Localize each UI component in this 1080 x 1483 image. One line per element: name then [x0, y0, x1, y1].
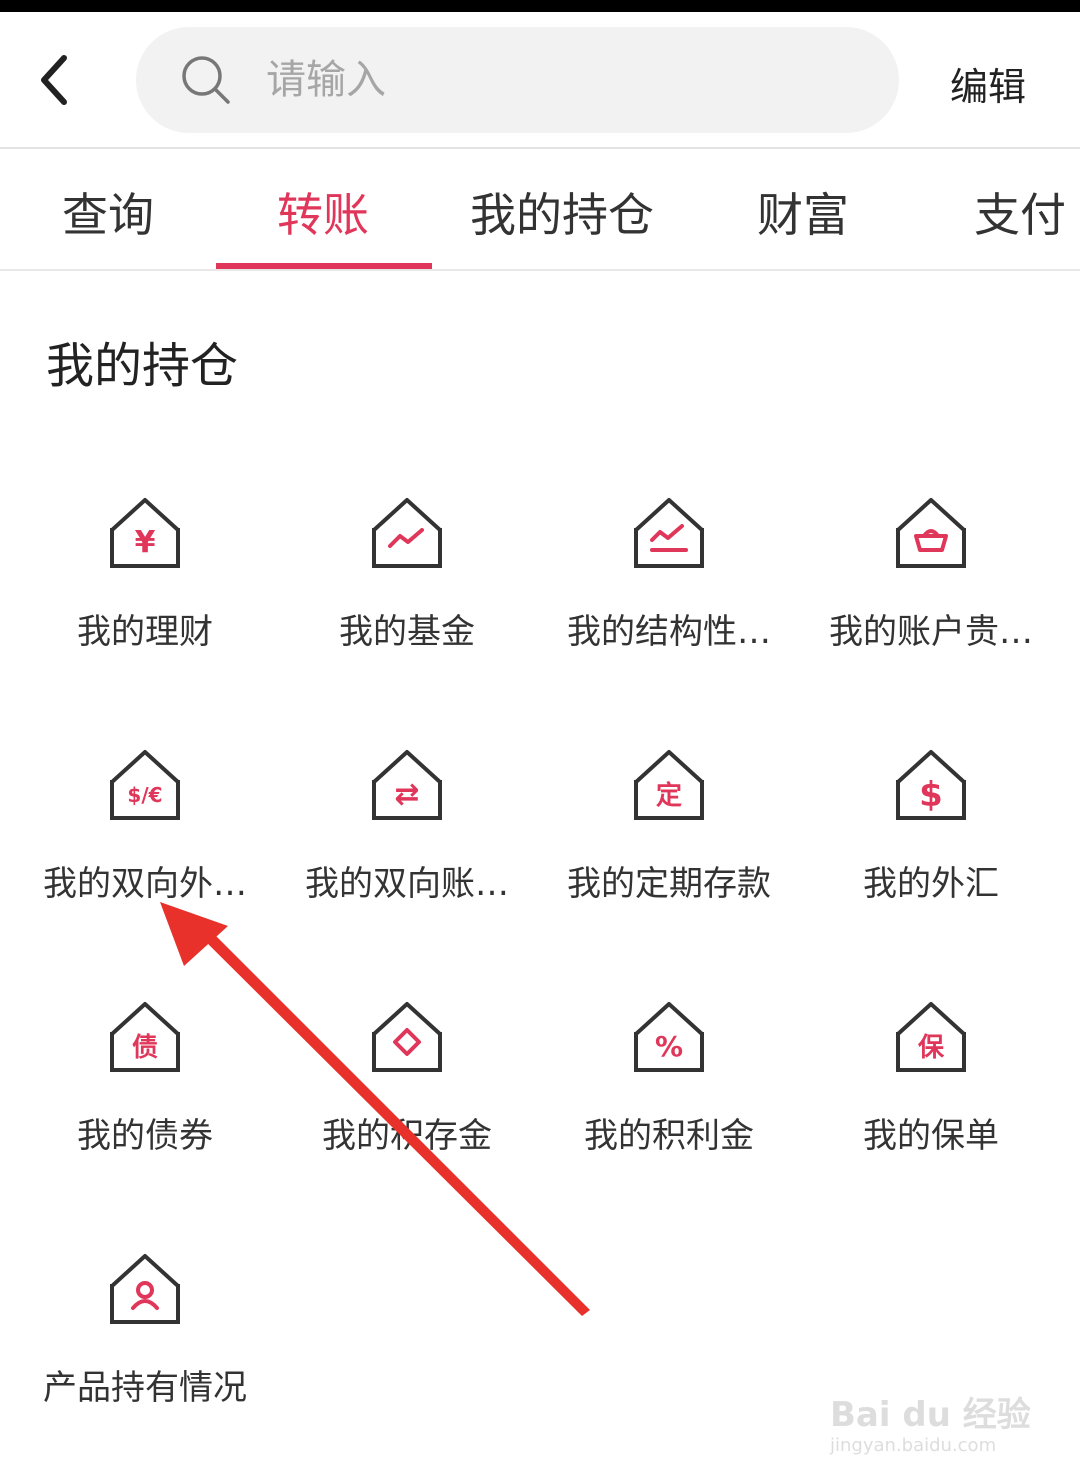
grid-item-forex[interactable]: $ 我的外汇	[796, 746, 1066, 946]
house-diamond-icon	[372, 1002, 442, 1072]
grid-item-bond[interactable]: 债 我的债券	[10, 998, 280, 1198]
svg-text:债: 债	[132, 1033, 158, 1063]
svg-text:$/€: $/€	[127, 783, 162, 807]
svg-text:¥: ¥	[135, 525, 156, 560]
grid-item-label: 我的积利金	[584, 1116, 754, 1156]
grid-item-label: 产品持有情况	[43, 1368, 247, 1408]
edit-button[interactable]: 编辑	[950, 56, 1026, 111]
house-transfer-icon: ⇄	[372, 750, 442, 820]
svg-text:%: %	[655, 1030, 683, 1063]
grid-item-label: 我的外汇	[863, 864, 999, 904]
grid-item-wealth-management[interactable]: ¥ 我的理财	[10, 494, 280, 694]
grid-item-gold-accumulation[interactable]: 我的积存金	[272, 998, 542, 1198]
house-dollar-icon: $	[896, 750, 966, 820]
grid-item-label: 我的结构性…	[567, 612, 771, 652]
grid-item-insurance[interactable]: 保 我的保单	[796, 998, 1066, 1198]
header: 编辑	[0, 12, 1080, 148]
house-insurance-icon: 保	[896, 1002, 966, 1072]
svg-text:定: 定	[656, 780, 682, 811]
tab-transfer[interactable]: 转账	[277, 179, 369, 245]
search-input[interactable]	[264, 56, 828, 104]
grid-item-label: 我的债券	[77, 1116, 213, 1156]
tab-wealth[interactable]: 财富	[757, 179, 849, 245]
grid-item-fund[interactable]: 我的基金	[272, 494, 542, 694]
tab-bar: 查询 转账 我的持仓 财富 支付	[0, 149, 1080, 269]
house-currency-exchange-icon: $/€	[110, 750, 180, 820]
status-bar	[0, 0, 1080, 12]
grid-item-dual-account[interactable]: ⇄ 我的双向账…	[272, 746, 542, 946]
house-basket-icon	[896, 498, 966, 568]
grid-item-fixed-deposit[interactable]: 定 我的定期存款	[534, 746, 804, 946]
grid-item-label: 我的定期存款	[567, 864, 771, 904]
svg-text:⇄: ⇄	[394, 777, 419, 812]
house-percent-icon: %	[634, 1002, 704, 1072]
grid-item-product-holdings[interactable]: 产品持有情况	[10, 1250, 280, 1450]
house-trend-icon	[372, 498, 442, 568]
grid-item-label: 我的理财	[77, 612, 213, 652]
svg-text:保: 保	[917, 1033, 945, 1063]
chevron-left-icon	[41, 55, 67, 105]
back-button[interactable]	[24, 50, 84, 110]
house-fixed-deposit-icon: 定	[634, 750, 704, 820]
grid-item-label: 我的积存金	[322, 1116, 492, 1156]
grid-item-label: 我的双向外…	[43, 864, 247, 904]
tab-divider	[0, 269, 1080, 271]
house-person-icon	[110, 1254, 180, 1324]
grid-item-account-precious-metal[interactable]: 我的账户贵…	[796, 494, 1066, 694]
search-bar[interactable]	[136, 27, 899, 133]
svg-text:$: $	[919, 775, 943, 815]
grid-item-label: 我的双向账…	[305, 864, 509, 904]
grid-item-interest-gold[interactable]: % 我的积利金	[534, 998, 804, 1198]
watermark-url: jingyan.baidu.com	[830, 1435, 997, 1456]
grid-item-label: 我的账户贵…	[829, 612, 1033, 652]
grid-item-dual-forex[interactable]: $/€ 我的双向外…	[10, 746, 280, 946]
search-icon	[182, 56, 230, 104]
tab-payment[interactable]: 支付	[974, 179, 1066, 245]
section-title: 我的持仓	[46, 338, 239, 394]
grid-item-label: 我的基金	[339, 612, 475, 652]
house-chart-icon	[634, 498, 704, 568]
house-bond-icon: 债	[110, 1002, 180, 1072]
tab-query[interactable]: 查询	[62, 179, 154, 245]
baidu-jingyan-watermark: Bai du 经验 jingyan.baidu.com	[830, 1365, 1031, 1465]
grid-item-label: 我的保单	[863, 1116, 999, 1156]
house-yuan-icon: ¥	[110, 498, 180, 568]
tab-my-holdings[interactable]: 我的持仓	[470, 179, 654, 245]
watermark-text: Bai du 经验	[830, 1395, 1031, 1435]
grid-item-structured[interactable]: 我的结构性…	[534, 494, 804, 694]
